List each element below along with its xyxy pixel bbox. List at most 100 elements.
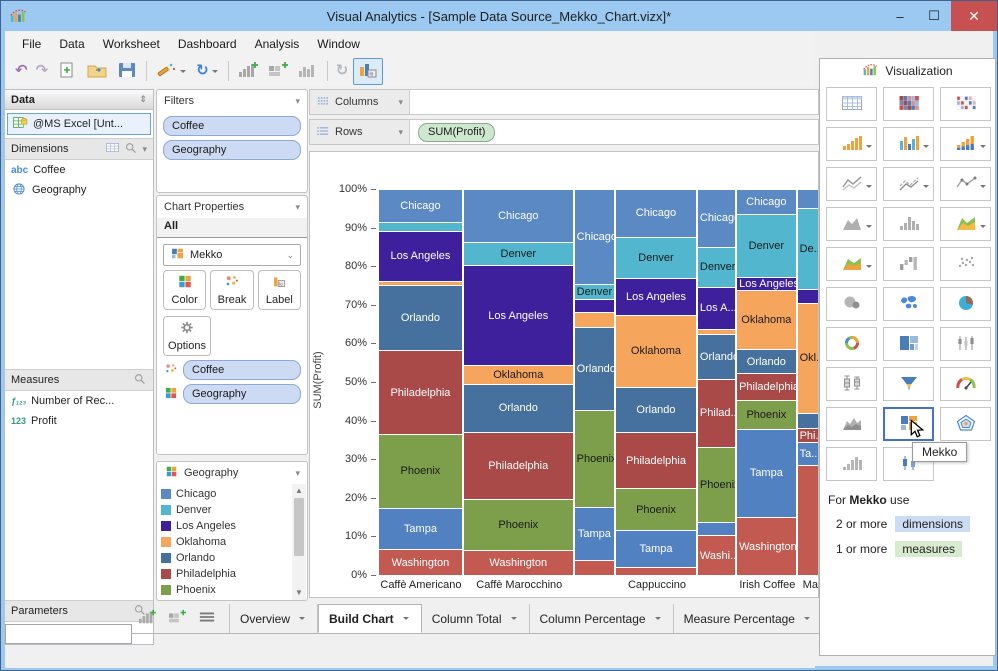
menu-analysis[interactable]: Analysis (246, 34, 309, 54)
dimension-coffee[interactable]: abc Coffee (5, 160, 153, 180)
chevron-down-icon[interactable] (980, 225, 986, 231)
mekko-segment-los-angeles[interactable]: Los Angeles (463, 264, 573, 366)
collapse-icon[interactable]: ▾ (295, 468, 300, 479)
viz-type-pie-chart[interactable] (940, 287, 991, 321)
viz-type-scatter-plot[interactable] (940, 247, 991, 281)
viz-type-bar-chart[interactable] (826, 127, 877, 161)
mekko-segment-chicago[interactable]: Chicago (463, 189, 573, 242)
add-worksheet-button[interactable] (234, 59, 262, 84)
viz-type-donut-chart[interactable] (826, 327, 877, 361)
menu-window[interactable]: Window (308, 34, 369, 54)
table-icon[interactable] (105, 141, 120, 157)
chevron-down-icon[interactable] (866, 265, 872, 271)
chevron-down-icon[interactable]: ▾ (142, 144, 147, 155)
save-button[interactable] (113, 59, 141, 84)
viz-type-pareto-chart[interactable] (883, 207, 934, 241)
mekko-segment-orlando[interactable]: Orlando (574, 327, 615, 411)
maximize-button[interactable]: ☐ (917, 1, 951, 31)
legend-item-los-angeles[interactable]: Los Angeles (161, 518, 289, 534)
viz-type-waterfall-chart[interactable] (883, 247, 934, 281)
tab-column-percentage[interactable]: Column Percentage (530, 604, 674, 633)
mekko-segment-orlando[interactable]: Orlando (616, 386, 696, 433)
mekko-segment-los-angeles[interactable] (574, 298, 615, 313)
mekko-segment-orlando[interactable] (797, 412, 818, 429)
mekko-segment-orlando[interactable]: Orlando (463, 383, 573, 433)
viz-type-line-chart[interactable] (826, 167, 877, 201)
menu-worksheet[interactable]: Worksheet (94, 34, 169, 54)
format-wand-button[interactable] (152, 59, 191, 84)
mekko-segment-washington[interactable]: Washington (737, 517, 796, 575)
mekko-segment-tampa[interactable]: Ta... (797, 441, 818, 465)
chevron-down-icon[interactable] (180, 69, 187, 76)
mekko-segment-los-angeles[interactable]: Los Angeles (616, 277, 696, 315)
tab-overview[interactable]: Overview (230, 604, 319, 633)
label-button[interactable]: lo Label (257, 270, 301, 310)
new-workbook-button[interactable] (53, 59, 81, 84)
redo-button[interactable]: ↷ (33, 61, 52, 81)
mekko-segment-philadelphia[interactable]: Philad... (697, 378, 736, 447)
chevron-down-icon[interactable] (402, 617, 409, 623)
viz-type-gauge-chart[interactable] (940, 367, 991, 401)
viz-type-mountain-chart[interactable] (826, 407, 877, 441)
legend-item-orlando[interactable]: Orlando (161, 550, 289, 566)
viz-type-treemap[interactable] (883, 327, 934, 361)
viz-type-funnel-chart[interactable] (883, 367, 934, 401)
mekko-segment-philadelphia[interactable]: Philadelphia (616, 432, 696, 489)
chevron-down-icon[interactable] (803, 617, 810, 623)
viz-type-side-bar-chart[interactable] (883, 127, 934, 161)
break-button[interactable]: Break (210, 270, 254, 310)
mekko-segment-phoenix[interactable]: Phoenix (697, 446, 736, 523)
open-folder-button[interactable] (83, 59, 111, 84)
measure-profit[interactable]: 123 Profit (5, 411, 153, 431)
viz-type-radar-chart[interactable] (940, 407, 991, 441)
mekko-segment-chicago[interactable]: Chicago (574, 189, 615, 284)
columns-shelf[interactable]: Columns ▾ (309, 89, 819, 115)
mekko-segment-orlando[interactable]: Orlando (697, 333, 736, 379)
show-me-button[interactable] (294, 59, 322, 84)
tab-column-total[interactable]: Column Total (422, 604, 530, 633)
scroll-thumb[interactable] (294, 498, 304, 556)
mekko-segment-los-angeles[interactable]: Los A... (697, 287, 736, 329)
chart-labels-button[interactable]: lo (353, 57, 384, 85)
collapse-icon[interactable]: ▾ (295, 202, 300, 213)
mekko-segment-oklahoma[interactable]: Okl... (797, 302, 818, 413)
mekko-segment-philadelphia[interactable]: Philadelphia (737, 373, 796, 401)
viz-type-highlight-table[interactable] (940, 87, 991, 121)
mekko-segment-denver[interactable] (379, 221, 462, 231)
mekko-segment-denver[interactable]: Denver (737, 213, 796, 277)
mekko-segment-chicago[interactable]: Chicago (616, 189, 696, 237)
legend-item-philadelphia[interactable]: Philadelphia (161, 566, 289, 582)
sort-icon[interactable]: ⇕ (139, 94, 147, 105)
mekko-segment-denver[interactable]: De... (797, 208, 818, 290)
mekko-segment-denver[interactable]: Denver (574, 283, 615, 299)
scroll-down-icon[interactable]: ▼ (295, 586, 303, 600)
mekko-segment-phoenix[interactable]: Phoenix (616, 488, 696, 531)
mekko-segment-denver[interactable]: Denver (616, 236, 696, 278)
mekko-segment-tampa[interactable]: Tampa (737, 428, 796, 518)
filter-pill-geography[interactable]: Geography (163, 140, 301, 160)
chevron-down-icon[interactable] (866, 145, 872, 151)
mekko-segment-washington[interactable] (616, 566, 696, 575)
chevron-down-icon[interactable] (299, 617, 306, 623)
menu-file[interactable]: File (13, 34, 50, 54)
list-menu-button[interactable] (197, 609, 217, 628)
viz-type-stacked-bar-chart[interactable] (940, 127, 991, 161)
chevron-down-icon[interactable] (510, 617, 517, 623)
viz-type-area-chart-gray[interactable] (826, 207, 877, 241)
mekko-segment-phoenix[interactable]: Phoenix (463, 498, 573, 551)
viz-type-histogram[interactable] (826, 447, 877, 481)
mekko-segment-tampa[interactable]: Tampa (574, 507, 615, 561)
mekko-segment-tampa[interactable] (697, 522, 736, 536)
add-worksheet-button[interactable] (137, 609, 157, 628)
mekko-segment-phoenix[interactable]: Phoenix (379, 433, 462, 508)
chevron-down-icon[interactable] (980, 185, 986, 191)
measure-pill-sum-profit[interactable]: SUM(Profit) (418, 122, 496, 142)
legend-item-denver[interactable]: Denver (161, 502, 289, 518)
refresh-button[interactable]: ↻ (193, 61, 223, 81)
viz-type-map-chart[interactable] (883, 287, 934, 321)
legend-item-chicago[interactable]: Chicago (161, 486, 289, 502)
viz-type-area-chart-color[interactable] (940, 207, 991, 241)
mekko-segment-oklahoma[interactable]: Oklahoma (463, 365, 573, 384)
mekko-segment-oklahoma[interactable]: Oklahoma (737, 290, 796, 349)
viz-type-dual-line-chart[interactable] (883, 167, 934, 201)
